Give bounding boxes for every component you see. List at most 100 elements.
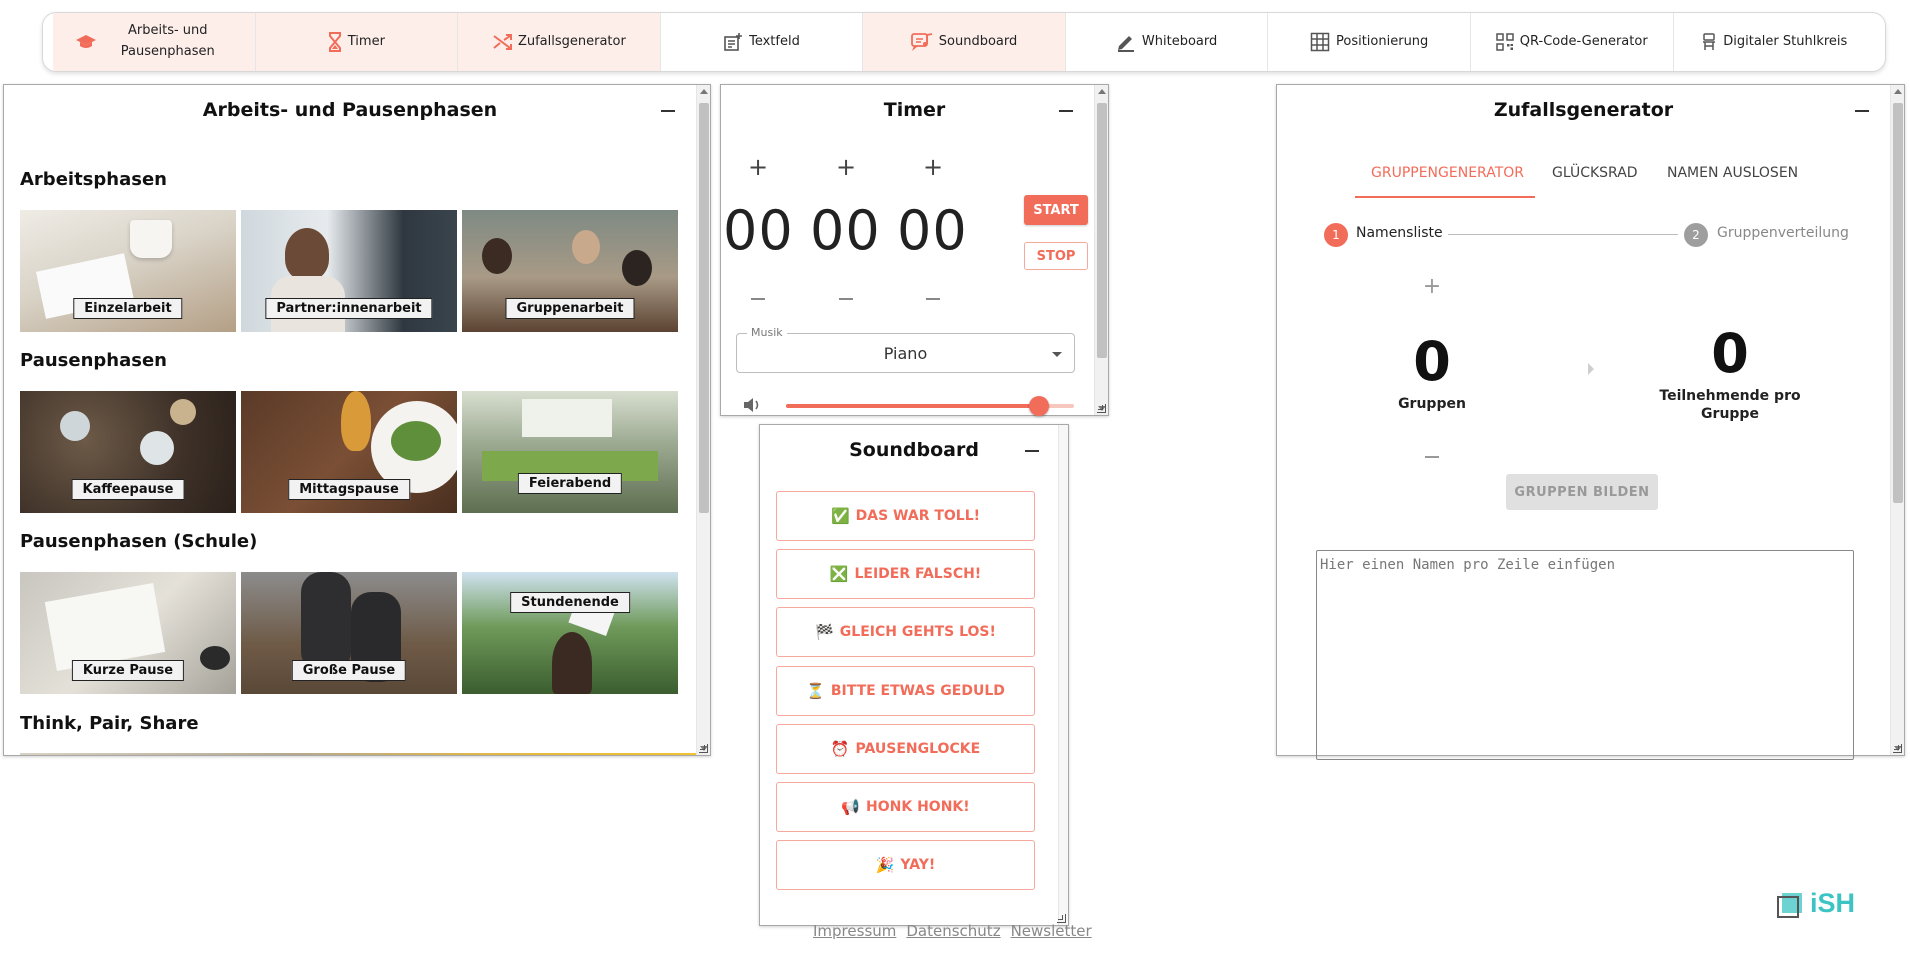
check-icon: ✅ bbox=[830, 507, 850, 525]
section-title: Arbeitsphasen bbox=[20, 169, 167, 190]
section-title: Pausenphasen bbox=[20, 350, 167, 371]
nav-timer[interactable]: Timer bbox=[255, 13, 459, 71]
megaphone-icon: 📢 bbox=[841, 798, 861, 816]
build-groups-button[interactable]: GRUPPEN BILDEN bbox=[1506, 474, 1658, 510]
logo-text: iSH bbox=[1810, 888, 1856, 918]
vertical-scrollbar[interactable] bbox=[696, 85, 710, 755]
seconds-display: 00 bbox=[897, 199, 968, 262]
tab-gluecksrad[interactable]: GLÜCKSRAD bbox=[1552, 165, 1638, 181]
tile-stundenende[interactable]: Stundenende bbox=[462, 572, 678, 694]
tile-label: Gruppenarbeit bbox=[505, 298, 635, 319]
active-tab-indicator bbox=[1355, 196, 1535, 198]
sound-button-leider-falsch[interactable]: ❎ LEIDER FALSCH! bbox=[776, 549, 1035, 599]
flag-icon: 🏁 bbox=[815, 623, 834, 641]
step-1-indicator: 1 bbox=[1324, 223, 1348, 247]
resize-handle[interactable] bbox=[699, 744, 708, 753]
grid-icon bbox=[1310, 32, 1330, 52]
tab-gruppengenerator[interactable]: GRUPPENGENERATOR bbox=[1371, 165, 1524, 181]
section-title: Think, Pair, Share bbox=[20, 713, 199, 734]
minutes-decrement-button[interactable] bbox=[839, 298, 853, 300]
party-popper-icon: 🎉 bbox=[875, 856, 895, 874]
hours-decrement-button[interactable] bbox=[751, 298, 765, 300]
minimize-button[interactable] bbox=[661, 110, 675, 112]
footer: Impressum Datenschutz Newsletter bbox=[813, 922, 1092, 940]
hours-increment-button[interactable]: + bbox=[746, 155, 770, 179]
vertical-scrollbar[interactable] bbox=[1058, 425, 1068, 925]
tab-namen-auslosen[interactable]: NAMEN AUSLOSEN bbox=[1667, 165, 1798, 181]
volume-slider-fill bbox=[786, 404, 1040, 408]
minimize-button[interactable] bbox=[1025, 450, 1039, 452]
panel-title: Zufallsgenerator bbox=[1493, 99, 1674, 121]
tile-label: Stundenende bbox=[510, 592, 630, 613]
minimize-button[interactable] bbox=[1855, 110, 1869, 112]
sound-button-gleich-gehts-los[interactable]: 🏁 GLEICH GEHTS LOS! bbox=[776, 607, 1035, 657]
minutes-display: 00 bbox=[810, 199, 881, 262]
hourglass-icon bbox=[328, 32, 341, 52]
groups-count: 0 bbox=[1413, 330, 1451, 393]
names-textarea[interactable]: Hier einen Namen pro Zeile einfügen bbox=[1316, 550, 1854, 760]
panel-title: Soundboard bbox=[849, 439, 979, 461]
tile-label: Einzelarbeit bbox=[73, 298, 183, 319]
tile-mittagspause[interactable]: Mittagspause bbox=[241, 391, 457, 513]
ish-logo[interactable]: iSH bbox=[1776, 888, 1855, 919]
resize-handle[interactable] bbox=[1097, 404, 1106, 413]
seconds-increment-button[interactable]: + bbox=[921, 155, 945, 179]
volume-slider[interactable] bbox=[786, 396, 1074, 416]
tile-einzelarbeit[interactable]: Einzelarbeit bbox=[20, 210, 236, 332]
footer-link-newsletter[interactable]: Newsletter bbox=[1011, 922, 1092, 940]
nav-arbeits-pausenphasen[interactable]: Arbeits- und Pausenphasen bbox=[53, 13, 256, 71]
cross-icon: ❎ bbox=[829, 565, 849, 583]
music-select-value: Piano bbox=[883, 344, 928, 363]
vertical-scrollbar[interactable] bbox=[1094, 85, 1108, 415]
music-select[interactable]: Musik Piano bbox=[736, 326, 1075, 373]
nav-whiteboard[interactable]: Whiteboard bbox=[1066, 13, 1269, 71]
minutes-increment-button[interactable]: + bbox=[834, 155, 858, 179]
tile-gruppenarbeit[interactable]: Gruppenarbeit bbox=[462, 210, 678, 332]
seconds-decrement-button[interactable] bbox=[926, 298, 940, 300]
tile-label: Kurze Pause bbox=[71, 660, 185, 681]
step-2-indicator: 2 bbox=[1684, 223, 1708, 247]
sound-button-yay[interactable]: 🎉 YAY! bbox=[776, 840, 1035, 890]
tile-partnerinnenarbeit[interactable]: Partner:innenarbeit bbox=[241, 210, 457, 332]
tile-kurze-pause[interactable]: Kurze Pause bbox=[20, 572, 236, 694]
footer-link-impressum[interactable]: Impressum bbox=[813, 922, 896, 940]
chevron-down-icon bbox=[1052, 352, 1062, 357]
stepper-connector bbox=[1448, 234, 1678, 235]
start-button[interactable]: START bbox=[1024, 195, 1088, 225]
nav-soundboard[interactable]: Soundboard bbox=[863, 13, 1066, 71]
section-title: Pausenphasen (Schule) bbox=[20, 531, 258, 552]
panel-title: Timer bbox=[883, 99, 946, 121]
tile-label: Mittagspause bbox=[288, 479, 410, 500]
nav-zufallsgenerator[interactable]: Zufallsgenerator bbox=[458, 13, 661, 71]
groups-decrement-button[interactable] bbox=[1425, 456, 1439, 458]
nav-label: Timer bbox=[347, 33, 385, 49]
sound-button-das-war-toll[interactable]: ✅ DAS WAR TOLL! bbox=[776, 491, 1035, 541]
sound-button-bitte-etwas-geduld[interactable]: ⏳ BITTE ETWAS GEDULD bbox=[776, 666, 1035, 716]
qr-code-icon bbox=[1496, 33, 1514, 51]
nav-label: Digitaler Stuhlkreis bbox=[1723, 33, 1848, 49]
shuffle-icon bbox=[493, 34, 512, 50]
next-row-preview bbox=[20, 753, 696, 755]
per-group-label: Teilnehmende pro Gruppe bbox=[1659, 388, 1801, 422]
tile-grosse-pause[interactable]: Große Pause bbox=[241, 572, 457, 694]
tile-kaffeepause[interactable]: Kaffeepause bbox=[20, 391, 236, 513]
nav-textfeld[interactable]: Textfeld bbox=[661, 13, 864, 71]
footer-link-datenschutz[interactable]: Datenschutz bbox=[906, 922, 1000, 940]
music-note-icon bbox=[910, 33, 932, 51]
nav-label: Positionierung bbox=[1336, 33, 1429, 49]
tile-feierabend[interactable]: Feierabend bbox=[462, 391, 678, 513]
top-nav: Arbeits- und Pausenphasen Timer Zufallsg… bbox=[42, 12, 1886, 72]
resize-handle[interactable] bbox=[1893, 744, 1902, 753]
nav-positionierung[interactable]: Positionierung bbox=[1268, 13, 1471, 71]
music-select-label: Musik bbox=[747, 326, 787, 339]
vertical-scrollbar[interactable] bbox=[1890, 85, 1904, 755]
sound-button-honk-honk[interactable]: 📢 HONK HONK! bbox=[776, 782, 1035, 832]
volume-icon[interactable] bbox=[742, 396, 762, 414]
minimize-button[interactable] bbox=[1059, 110, 1073, 112]
nav-digitaler-stuhlkreis[interactable]: Digitaler Stuhlkreis bbox=[1674, 13, 1876, 71]
sound-button-pausenglocke[interactable]: ⏰ PAUSENGLOCKE bbox=[776, 724, 1035, 774]
stop-button[interactable]: STOP bbox=[1024, 242, 1088, 270]
cube-icon bbox=[1777, 892, 1802, 918]
groups-increment-button[interactable]: + bbox=[1420, 276, 1444, 298]
nav-qr-code-generator[interactable]: QR-Code-Generator bbox=[1471, 13, 1674, 71]
